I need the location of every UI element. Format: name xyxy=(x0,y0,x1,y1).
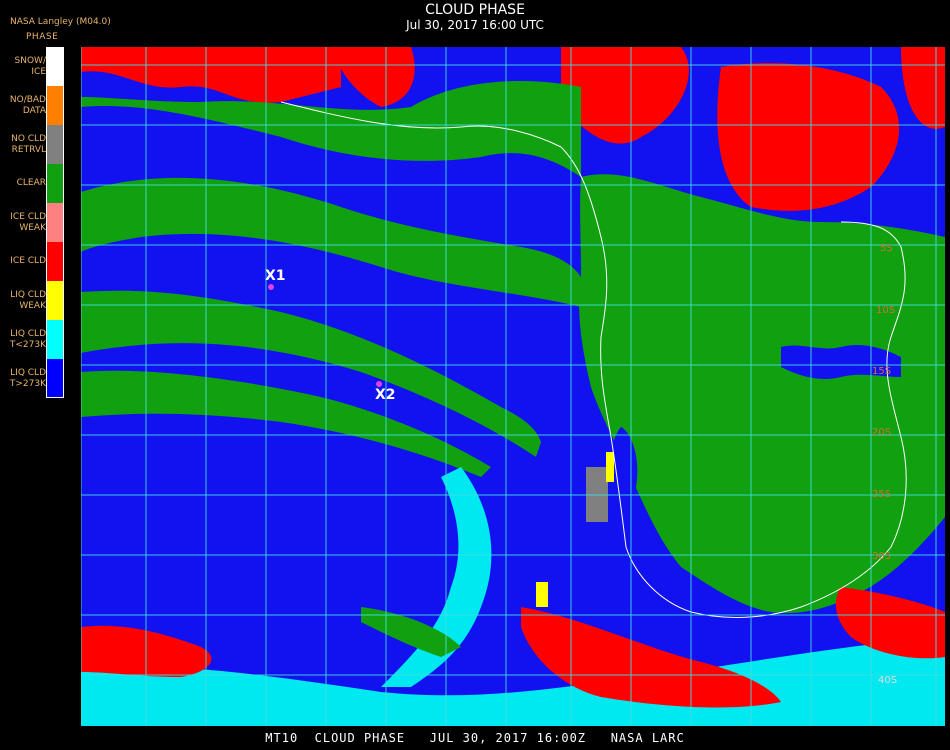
legend-item: LIQ CLD T<273K xyxy=(0,320,70,359)
legend-swatch xyxy=(46,203,64,242)
marker-x1-dot[interactable] xyxy=(268,284,274,290)
legend-item: CLEAR xyxy=(0,164,70,203)
map-svg xyxy=(81,47,945,726)
legend-swatch xyxy=(46,125,64,164)
lat-label-25s: 25S xyxy=(872,489,892,500)
lat-label-5s: 5S xyxy=(880,243,893,254)
legend-item: LIQ CLD WEAK xyxy=(0,281,70,320)
legend-item: NO/BAD DATA xyxy=(0,86,70,125)
legend-swatch xyxy=(46,281,64,320)
legend-item: SNOW/ ICE xyxy=(0,47,70,86)
liq-weak-patch-2 xyxy=(606,452,614,482)
legend-item: NO CLD RETRVL xyxy=(0,125,70,164)
satellite-map[interactable] xyxy=(81,47,945,726)
lat-label-30s: 30S xyxy=(872,551,892,562)
marker-x1-label: X1 xyxy=(265,268,286,284)
map-subtitle: Jul 30, 2017 16:00 UTC xyxy=(406,18,544,32)
lat-label-10s: 10S xyxy=(876,305,896,316)
legend-item-label: LIQ CLD WEAK xyxy=(10,289,46,311)
legend-swatch xyxy=(46,47,64,86)
legend-item-label: NO/BAD DATA xyxy=(9,94,46,116)
lat-label-15s: 15S xyxy=(872,366,892,377)
marker-x2-label: X2 xyxy=(375,387,396,403)
lat-label-40s: 40S xyxy=(878,675,898,686)
legend-swatch xyxy=(46,164,64,203)
legend-item-label: SNOW/ ICE xyxy=(14,55,46,77)
legend-item-label: LIQ CLD T<273K xyxy=(9,328,46,350)
legend-item: LIQ CLD T>273K xyxy=(0,359,70,398)
footer-caption: MT10 CLOUD PHASE JUL 30, 2017 16:00Z NAS… xyxy=(265,731,685,745)
legend-item-label: LIQ CLD T>273K xyxy=(9,367,46,389)
legend-swatch xyxy=(46,86,64,125)
legend-item-label: NO CLD RETRVL xyxy=(11,133,46,155)
legend-swatch xyxy=(46,320,64,359)
map-title: CLOUD PHASE xyxy=(425,2,525,18)
legend-title: PHASE xyxy=(26,32,59,42)
legend-item: ICE CLD xyxy=(0,242,70,281)
legend-item-label: ICE CLD WEAK xyxy=(10,211,46,233)
lat-label-20s: 20S xyxy=(872,427,892,438)
legend-item: ICE CLD WEAK xyxy=(0,203,70,242)
legend-swatch xyxy=(46,359,64,398)
legend-swatch xyxy=(46,242,64,281)
legend-item-label: ICE CLD xyxy=(10,256,46,266)
liq-weak-patch xyxy=(536,582,548,607)
legend-item-label: CLEAR xyxy=(16,178,46,188)
